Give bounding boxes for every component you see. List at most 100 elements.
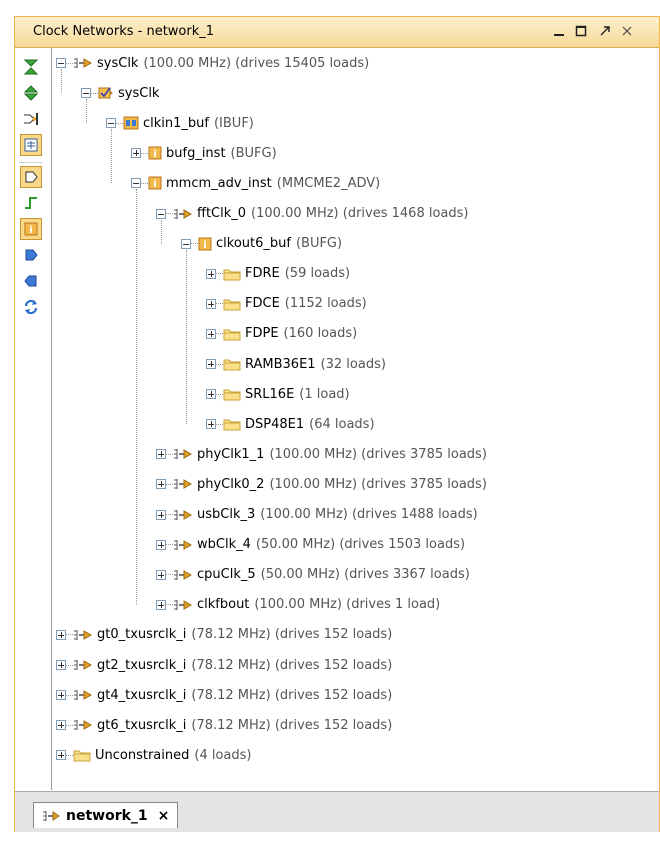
tree-row[interactable]: i mmcm_adv_inst (MMCME2_ADV) [131, 170, 380, 196]
backward-button[interactable] [20, 270, 42, 292]
tree-row[interactable]: gt0_txusrclk_i (78.12 MHz) (drives 152 lo… [56, 622, 392, 648]
node-name: mmcm_adv_inst [166, 175, 272, 191]
expand-toggle[interactable] [56, 690, 66, 701]
tree-row[interactable]: FDPE (160 loads) [206, 321, 357, 347]
expand-toggle[interactable] [206, 359, 216, 369]
show-instances-button[interactable]: i [20, 218, 42, 240]
tree-row[interactable]: i bufg_inst (BUFG) [131, 140, 277, 166]
tree-row[interactable]: gt6_txusrclk_i (78.12 MHz) (drives 152 lo… [56, 712, 392, 738]
node-info: (100.00 MHz) (drives 3785 loads) [269, 476, 487, 492]
expand-toggle[interactable] [206, 328, 216, 339]
tree-connector [216, 393, 223, 395]
node-info: (78.12 MHz) (drives 152 loads) [191, 717, 393, 733]
expand-toggle[interactable] [206, 389, 216, 400]
backward-arrow-icon [24, 275, 37, 287]
tree-row[interactable]: FDCE (1152 loads) [206, 291, 367, 317]
tree-row[interactable]: clkfbout (100.00 MHz) (drives 1 load) [156, 592, 440, 618]
tree-row[interactable]: SRL16E (1 load) [206, 381, 350, 407]
node-name: gt2_txusrclk_i [97, 657, 187, 673]
svg-text:i: i [203, 240, 206, 251]
minimize-button[interactable] [549, 21, 569, 41]
tab-close-button[interactable]: × [158, 808, 170, 824]
buffer-icon [25, 171, 38, 183]
expand-toggle[interactable] [131, 148, 141, 159]
tree-row[interactable]: i clkout6_buf (BUFG) [181, 231, 342, 257]
show-clocks-button[interactable] [20, 192, 42, 214]
collapse-toggle[interactable] [81, 88, 91, 99]
tree-row[interactable]: fftClk_0 (100.00 MHz) (drives 1468 loads) [156, 201, 468, 227]
node-name: bufg_inst [166, 145, 226, 161]
restore-button[interactable] [595, 21, 615, 41]
expand-toggle[interactable] [156, 599, 166, 610]
tree-connector [66, 694, 73, 696]
node-name: SRL16E [245, 386, 295, 402]
expand-toggle[interactable] [56, 660, 66, 670]
collapse-all-icon [23, 59, 39, 75]
tree-row[interactable]: phyClk0_2 (100.00 MHz) (drives 3785 loads… [156, 471, 487, 497]
show-buffers-button[interactable] [20, 166, 42, 188]
expand-toggle[interactable] [156, 539, 166, 550]
tree-connector [216, 273, 223, 275]
node-name: gt0_txusrclk_i [97, 627, 187, 643]
collapse-toggle[interactable] [106, 118, 116, 129]
node-name: gt6_txusrclk_i [97, 717, 187, 733]
cell-icon: i [148, 146, 162, 160]
tree-connector [66, 724, 73, 726]
tree-row[interactable]: sysClk (100.00 MHz) (drives 15405 loads) [56, 50, 369, 76]
tree-row[interactable]: Unconstrained (4 loads) [56, 742, 252, 768]
expand-toggle[interactable] [156, 569, 166, 580]
expand-toggle[interactable] [56, 750, 66, 761]
tree-row[interactable]: wbClk_4 (50.00 MHz) (drives 1503 loads) [156, 532, 465, 558]
tree-connector [166, 483, 173, 485]
tab-network-1[interactable]: network_1 × [33, 802, 179, 828]
refresh-button[interactable] [20, 296, 42, 318]
tree-row[interactable]: gt4_txusrclk_i (78.12 MHz) (drives 152 lo… [56, 682, 392, 708]
node-name: sysClk [118, 85, 160, 101]
tree-connector [166, 453, 173, 455]
port-check-icon [98, 86, 114, 100]
node-name: wbClk_4 [197, 537, 251, 553]
expand-toggle[interactable] [56, 720, 66, 731]
close-button[interactable] [617, 21, 637, 41]
clock-net-icon [73, 658, 93, 672]
expand-to-button[interactable] [20, 108, 42, 130]
tree-row[interactable]: RAMB36E1 (32 loads) [206, 351, 386, 377]
expand-toggle[interactable] [206, 298, 216, 309]
node-name: DSP48E1 [245, 416, 305, 432]
expand-toggle[interactable] [56, 629, 66, 640]
tree-row[interactable]: phyClk1_1 (100.00 MHz) (drives 3785 loads… [156, 441, 487, 467]
forward-button[interactable] [20, 244, 42, 266]
node-info: (IBUF) [213, 115, 254, 131]
expand-toggle[interactable] [156, 449, 166, 460]
tree-row[interactable]: gt2_txusrclk_i (78.12 MHz) (drives 152 lo… [56, 652, 392, 678]
folder-icon [223, 297, 241, 311]
maximize-button[interactable] [571, 21, 591, 41]
expand-all-button[interactable] [20, 82, 42, 104]
collapse-toggle[interactable] [156, 208, 166, 219]
node-name: FDRE [245, 266, 280, 282]
node-info: (MMCME2_ADV) [276, 175, 381, 191]
collapse-all-button[interactable] [20, 56, 42, 78]
expand-toggle[interactable] [156, 479, 166, 490]
collapse-toggle[interactable] [131, 178, 141, 189]
tree-row[interactable]: DSP48E1 (64 loads) [206, 411, 375, 437]
tree-row[interactable]: usbClk_3 (100.00 MHz) (drives 1488 loads) [156, 502, 478, 528]
collapse-toggle[interactable] [56, 58, 66, 68]
expand-toggle[interactable] [156, 509, 166, 520]
node-info: (100.00 MHz) (drives 1468 loads) [251, 206, 469, 221]
buffer-cell-icon [123, 116, 139, 130]
tree-row[interactable]: sysClk [81, 80, 159, 106]
show-cells-button[interactable] [20, 134, 42, 156]
folder-icon [223, 387, 241, 401]
tree-connector [66, 664, 73, 666]
tree-connector [166, 574, 173, 576]
node-info: (100.00 MHz) (drives 1 load) [254, 597, 441, 613]
tree-row[interactable]: clkin1_buf (IBUF) [106, 110, 254, 136]
expand-toggle[interactable] [206, 268, 216, 279]
tree-row[interactable]: cpuClk_5 (50.00 MHz) (drives 3367 loads) [156, 562, 470, 588]
tree-row[interactable]: FDRE (59 loads) [206, 261, 350, 287]
expand-toggle[interactable] [206, 419, 216, 430]
node-name: gt4_txusrclk_i [97, 687, 187, 703]
collapse-toggle[interactable] [181, 238, 191, 249]
clock-network-tree: sysClk (100.00 MHz) (drives 15405 loads) s… [51, 48, 654, 790]
